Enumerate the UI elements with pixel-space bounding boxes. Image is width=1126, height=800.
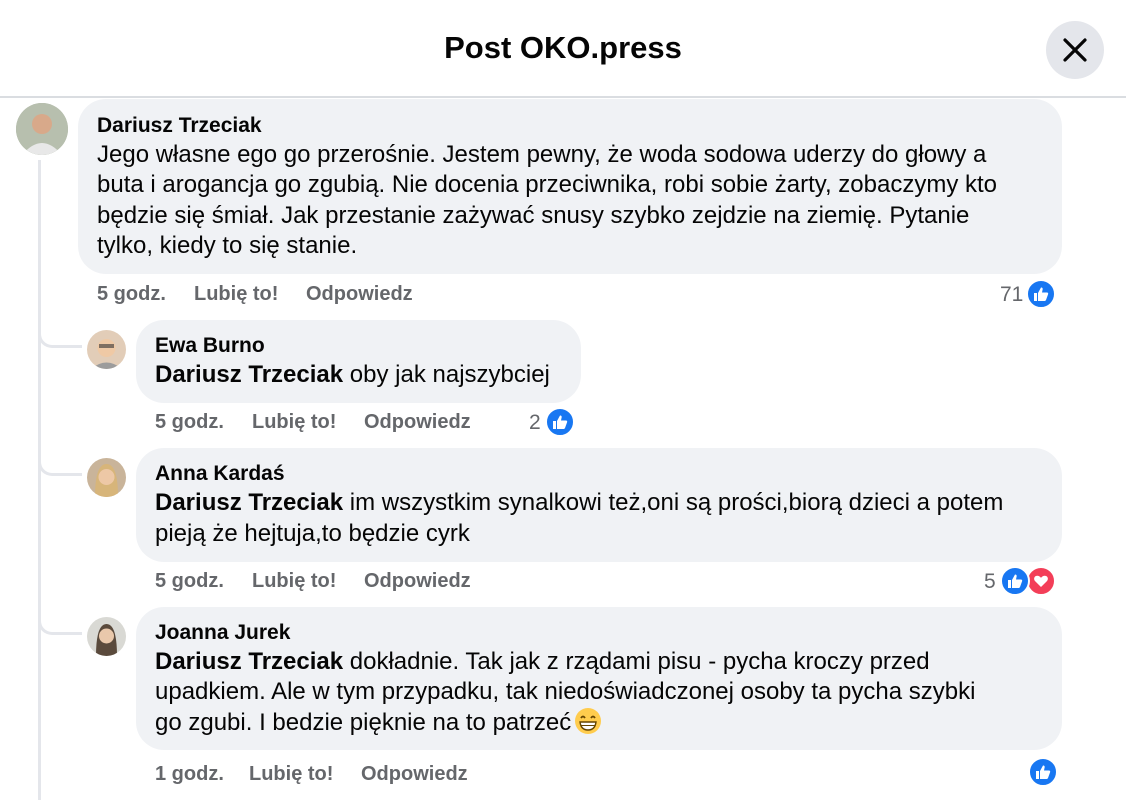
reaction-count[interactable]: 5: [984, 570, 996, 594]
like-reaction-icon[interactable]: [1026, 279, 1056, 309]
thread-branch: [38, 454, 82, 476]
comment-timestamp[interactable]: 5 godz.: [155, 570, 224, 593]
comment-text-line: go zgubi. I bedzie pięknie na to patrzeć: [155, 708, 602, 739]
reply-button[interactable]: Odpowiedz: [361, 763, 468, 786]
like-reaction-icon[interactable]: [1028, 757, 1058, 787]
like-reaction-icon[interactable]: [545, 407, 575, 437]
mention[interactable]: Dariusz Trzeciak: [155, 489, 343, 516]
thread-branch: [38, 326, 82, 348]
like-button[interactable]: Lubię to!: [249, 763, 333, 786]
comment-text-line: będzie się śmiał. Jak przestanie zażywać…: [97, 202, 970, 229]
comment-timestamp[interactable]: 1 godz.: [155, 763, 224, 786]
dialog-title: Post OKO.press: [444, 30, 682, 65]
comment-text-line: Dariusz Trzeciak dokładnie. Tak jak z rz…: [155, 648, 930, 675]
comment-text-line: upadkiem. Ale w tym przypadku, tak niedo…: [155, 678, 976, 705]
comment-timestamp[interactable]: 5 godz.: [97, 283, 166, 306]
like-button[interactable]: Lubię to!: [252, 570, 336, 593]
like-reaction-icon[interactable]: [1000, 566, 1030, 596]
mention[interactable]: Dariusz Trzeciak: [155, 361, 343, 388]
like-button[interactable]: Lubię to!: [194, 283, 278, 306]
reaction-count[interactable]: 2: [529, 411, 541, 435]
reaction-count[interactable]: 71: [1000, 283, 1023, 307]
avatar[interactable]: [87, 458, 126, 497]
comment-author[interactable]: Ewa Burno: [155, 334, 265, 358]
comment-author[interactable]: Dariusz Trzeciak: [97, 114, 262, 138]
comment-author[interactable]: Joanna Jurek: [155, 621, 290, 645]
dialog-header: Post OKO.press: [0, 0, 1126, 98]
comment-author[interactable]: Anna Kardaś: [155, 462, 285, 486]
close-button[interactable]: [1046, 21, 1104, 79]
avatar[interactable]: [87, 617, 126, 656]
comment-text-line: Jego własne ego go przerośnie. Jestem pe…: [97, 141, 987, 168]
comment-text-line: pieją że hejtuja,to będzie cyrk: [155, 520, 470, 547]
mention[interactable]: Dariusz Trzeciak: [155, 648, 343, 675]
thread-branch: [38, 613, 82, 635]
reply-button[interactable]: Odpowiedz: [364, 411, 471, 434]
grinning-emoji-icon: [575, 708, 602, 734]
comment-text-line: Dariusz Trzeciak oby jak najszybciej: [155, 361, 550, 388]
reply-button[interactable]: Odpowiedz: [364, 570, 471, 593]
comment-text-line: Dariusz Trzeciak im wszystkim synalkowi …: [155, 489, 1004, 516]
comment-timestamp[interactable]: 5 godz.: [155, 411, 224, 434]
comment-text-line: tylko, kiedy to się stanie.: [97, 232, 358, 259]
love-reaction-icon[interactable]: [1026, 566, 1056, 596]
thread-line: [38, 160, 41, 800]
reply-button[interactable]: Odpowiedz: [306, 283, 413, 306]
close-icon: [1063, 38, 1087, 62]
comment-text-line: buta i arogancja go zgubią. Nie docenia …: [97, 171, 998, 198]
like-button[interactable]: Lubię to!: [252, 411, 336, 434]
avatar[interactable]: [16, 103, 68, 155]
avatar[interactable]: [87, 330, 126, 369]
